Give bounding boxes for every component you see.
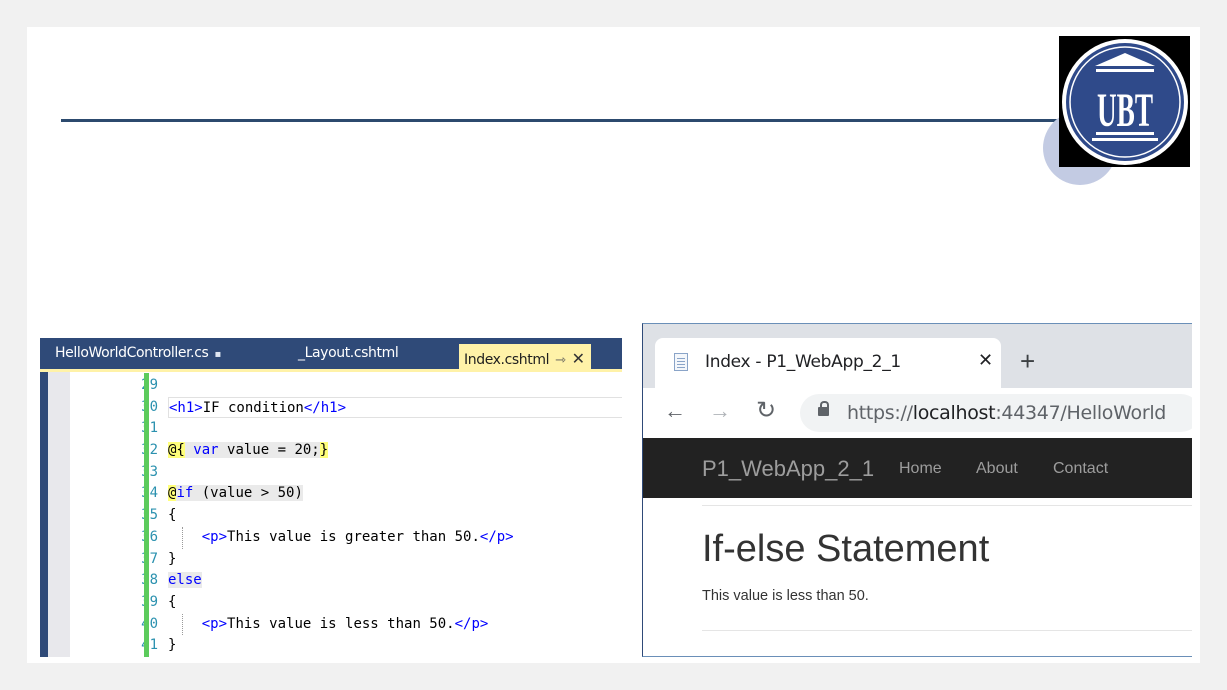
title-divider-line <box>61 119 1061 122</box>
code-line-39: { <box>168 592 622 614</box>
nav-link-about[interactable]: About <box>976 460 1018 478</box>
tab-index[interactable]: Index.cshtml ⇾ ✕ <box>459 344 591 372</box>
html-tag: <p> <box>201 615 228 632</box>
text: IF condition <box>202 399 304 416</box>
url-text: https://localhost:44347/HelloWorld <box>847 402 1166 424</box>
code-line-35: { <box>168 505 622 527</box>
code-line-34: @if (value > 50) <box>168 483 622 505</box>
code-line-36: <p>This value is greater than 50.</p> <box>168 526 622 549</box>
new-tab-button[interactable]: + <box>1020 348 1035 374</box>
url-scheme: https:// <box>847 402 913 424</box>
razor-token: @{ <box>168 442 185 459</box>
page-divider-top <box>702 505 1192 506</box>
tab-layout[interactable]: _Layout.cshtml <box>298 345 399 367</box>
code-line-32: @{ var value = 20;} <box>168 440 622 462</box>
nav-link-contact[interactable]: Contact <box>1053 460 1108 478</box>
code-text: (value > 50) <box>193 485 303 502</box>
tab-label: Index.cshtml <box>464 352 550 368</box>
code-line-37: } <box>168 549 622 571</box>
code-line-40: <p>This value is less than 50.</p> <box>168 613 622 636</box>
brace: } <box>168 550 177 567</box>
url-path: :44347/HelloWorld <box>995 402 1167 424</box>
back-arrow-icon[interactable]: ← <box>664 398 686 424</box>
tab-label: _Layout.cshtml <box>298 345 399 361</box>
lock-icon: ▪ <box>214 349 221 360</box>
indent-guide <box>182 613 183 636</box>
forward-arrow-icon[interactable]: → <box>709 398 731 424</box>
close-icon[interactable]: ✕ <box>572 349 585 368</box>
page-paragraph: This value is less than 50. <box>702 588 869 604</box>
editor-tab-bar: HelloWorldController.cs ▪ _Layout.cshtml … <box>40 338 622 372</box>
page-divider-bottom <box>702 630 1192 631</box>
tab-hello-world-controller[interactable]: HelloWorldController.cs ▪ <box>55 345 221 367</box>
reload-icon[interactable]: ↻ <box>756 398 776 424</box>
html-tag: </p> <box>479 528 514 545</box>
browser-window: Index - P1_WebApp_2_1 ✕ + ← → ↻ https://… <box>642 323 1192 657</box>
code-area[interactable]: <h1>IF condition</h1> @{ var value = 20;… <box>168 375 622 657</box>
html-tag: <h1> <box>169 399 203 416</box>
keyword: if <box>176 485 194 502</box>
nav-link-home[interactable]: Home <box>899 460 942 478</box>
brace: } <box>168 637 177 654</box>
html-tag: </h1> <box>303 399 347 416</box>
code-text: value = 20; <box>218 442 320 459</box>
keyword: var <box>193 442 219 459</box>
code-line-41: } <box>168 635 622 657</box>
svg-text:UBT: UBT <box>1097 84 1153 137</box>
ubt-logo: UBT <box>1059 36 1190 167</box>
address-bar[interactable]: https://localhost:44347/HelloWorld <box>800 394 1192 432</box>
brace: { <box>168 593 177 610</box>
html-tag: <p> <box>201 528 228 545</box>
url-host: localhost <box>912 402 996 424</box>
tab-label: HelloWorldController.cs <box>55 345 209 361</box>
razor-token: } <box>319 442 329 459</box>
editor-left-bar <box>40 372 48 657</box>
text: This value is greater than 50. <box>227 528 480 545</box>
keyword: else <box>168 572 202 589</box>
indent-guide <box>182 526 183 549</box>
editor-gutter <box>48 372 70 657</box>
close-tab-icon[interactable]: ✕ <box>978 350 993 371</box>
change-indicator-bar <box>144 373 149 657</box>
page-heading: If-else Statement <box>702 528 990 570</box>
lock-icon <box>818 401 829 416</box>
html-tag: </p> <box>454 615 489 632</box>
browser-tab-title: Index - P1_WebApp_2_1 <box>705 352 901 372</box>
site-brand-link[interactable]: P1_WebApp_2_1 <box>702 456 874 482</box>
code-line-30: <h1>IF condition</h1> <box>168 396 622 419</box>
pin-icon[interactable]: ⇾ <box>555 353 566 368</box>
browser-tab[interactable]: Index - P1_WebApp_2_1 ✕ <box>655 338 1001 388</box>
browser-tab-strip: Index - P1_WebApp_2_1 ✕ + <box>643 324 1192 388</box>
text: This value is less than 50. <box>227 615 455 632</box>
site-navbar: P1_WebApp_2_1 Home About Contact <box>643 438 1192 498</box>
code-line-38: else <box>168 570 622 592</box>
page-icon <box>674 353 688 371</box>
browser-toolbar: ← → ↻ https://localhost:44347/HelloWorld <box>643 388 1192 438</box>
brace: { <box>168 507 177 524</box>
code-editor: HelloWorldController.cs ▪ _Layout.cshtml … <box>40 338 622 657</box>
